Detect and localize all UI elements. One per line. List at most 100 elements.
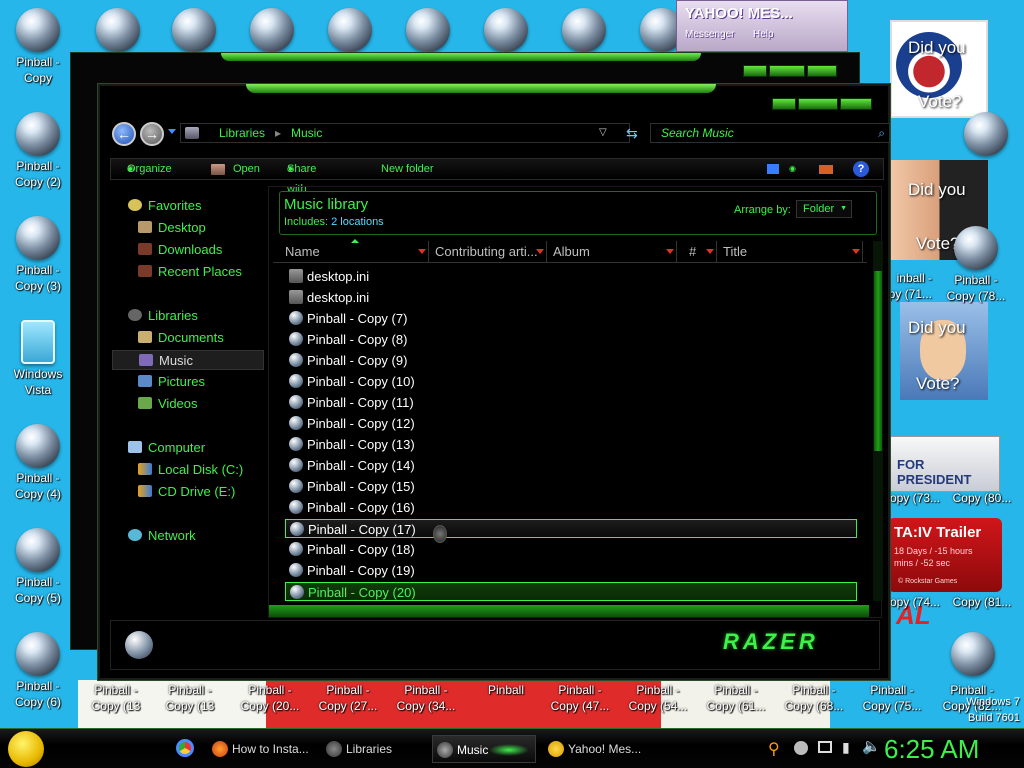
minimize-button[interactable]: [772, 98, 796, 110]
file-row[interactable]: Pinball - Copy (19): [285, 561, 857, 580]
taskbar-item-active[interactable]: Music: [432, 735, 536, 763]
desktop-icon-label[interactable]: Pinball - Copy (34...: [388, 682, 464, 714]
column-filter-icon[interactable]: [536, 249, 544, 254]
nav-desktop[interactable]: Desktop: [138, 218, 206, 238]
help-icon[interactable]: ?: [853, 161, 869, 177]
preview-pane-icon[interactable]: [819, 165, 833, 174]
desktop-icon[interactable]: Windows Vista: [0, 320, 76, 398]
pinball-icon[interactable]: [951, 632, 995, 676]
desktop-icon[interactable]: Pinball - Copy (2): [0, 112, 76, 190]
close-button[interactable]: [840, 98, 872, 110]
network-tray-icon[interactable]: ▮: [842, 739, 850, 756]
desktop-icon[interactable]: Pinball - Copy (78...: [938, 226, 1014, 304]
desktop-icon-label[interactable]: Pinball - Copy (27...: [310, 682, 386, 714]
search-input[interactable]: Search Music ⌕: [650, 123, 890, 143]
nav-documents[interactable]: Documents: [138, 328, 224, 348]
desktop-icon-label[interactable]: Copy (80...: [944, 490, 1020, 506]
column-title[interactable]: Title: [717, 241, 863, 263]
nav-computer[interactable]: Computer: [128, 438, 205, 458]
file-row[interactable]: Pinball - Copy (11): [285, 393, 857, 412]
recent-pages-dropdown-icon[interactable]: [168, 129, 176, 134]
new-folder-button[interactable]: New folder: [381, 159, 434, 179]
desktop-icon[interactable]: Pinball - Copy: [0, 8, 76, 86]
breadcrumb-music[interactable]: Music: [291, 124, 322, 142]
forward-arrow-icon[interactable]: →: [140, 122, 164, 146]
arrange-by-dropdown[interactable]: Folder ▼: [796, 200, 852, 218]
column-contributing-artists[interactable]: Contributing arti...: [429, 241, 547, 263]
open-button[interactable]: Open: [233, 159, 260, 179]
taskbar-item[interactable]: Libraries: [322, 735, 426, 763]
desktop-icon[interactable]: Pinball - Copy (4): [0, 424, 76, 502]
desktop-icon-label[interactable]: Pinball - Copy (61...: [698, 682, 774, 714]
file-row[interactable]: Pinball - Copy (14): [285, 456, 857, 475]
pinball-icon[interactable]: [96, 8, 140, 52]
column-filter-icon[interactable]: [666, 249, 674, 254]
search-tray-icon[interactable]: ⚲: [768, 739, 780, 759]
explorer-window[interactable]: ← → Libraries ▸ Music ▽ ⇆ Search Music ⌕…: [98, 84, 890, 680]
address-bar[interactable]: Libraries ▸ Music ▽: [180, 123, 630, 143]
file-row[interactable]: desktop.ini: [285, 267, 857, 286]
desktop-icon-label[interactable]: Pinball - Copy (13: [152, 682, 228, 714]
file-row-hover[interactable]: Pinball - Copy (17): [285, 519, 857, 538]
view-dropdown-icon[interactable]: ◉: [789, 159, 796, 179]
breadcrumb-separator-icon[interactable]: ▸: [275, 124, 281, 142]
nav-downloads[interactable]: Downloads: [138, 240, 222, 260]
nav-libraries[interactable]: Libraries: [128, 306, 198, 326]
search-icon[interactable]: ⌕: [878, 124, 885, 142]
nav-recent-places[interactable]: Recent Places: [138, 262, 242, 282]
nav-videos[interactable]: Videos: [138, 394, 198, 414]
maximize-button[interactable]: [769, 65, 805, 77]
file-row[interactable]: Pinball - Copy (12): [285, 414, 857, 433]
nav-network[interactable]: Network: [128, 526, 196, 546]
file-row[interactable]: Pinball - Copy (13): [285, 435, 857, 454]
back-arrow-icon[interactable]: ←: [112, 122, 136, 146]
desktop-icon-label[interactable]: Pinball - Copy (47...: [542, 682, 618, 714]
volume-icon[interactable]: 🔈: [862, 737, 881, 755]
nav-favorites[interactable]: Favorites: [128, 196, 201, 216]
desktop-icon-label[interactable]: Pinball: [468, 682, 544, 698]
file-row[interactable]: Pinball - Copy (18): [285, 540, 857, 559]
view-options-icon[interactable]: [767, 164, 779, 174]
desktop-icon-label[interactable]: Pinball - Copy (68...: [776, 682, 852, 714]
nav-pictures[interactable]: Pictures: [138, 372, 205, 392]
breadcrumb-libraries[interactable]: Libraries: [219, 124, 265, 142]
file-row-selected[interactable]: Pinball - Copy (20): [285, 582, 857, 601]
close-button[interactable]: [807, 65, 837, 77]
file-row[interactable]: Pinball - Copy (16): [285, 498, 857, 517]
maximize-button[interactable]: [798, 98, 838, 110]
column-album[interactable]: Album: [547, 241, 677, 263]
pinball-icon[interactable]: [406, 8, 450, 52]
file-row[interactable]: Pinball - Copy (9): [285, 351, 857, 370]
desktop-icon-label[interactable]: Pinball - Copy (75...: [854, 682, 930, 714]
column-filter-icon[interactable]: [418, 249, 426, 254]
desktop-icon[interactable]: Pinball - Copy (5): [0, 528, 76, 606]
scrollbar-thumb[interactable]: [874, 271, 882, 451]
desktop-icon[interactable]: [948, 112, 1024, 158]
pinball-icon[interactable]: [250, 8, 294, 52]
file-row[interactable]: Pinball - Copy (10): [285, 372, 857, 391]
file-row[interactable]: Pinball - Copy (7): [285, 309, 857, 328]
file-row[interactable]: Pinball - Copy (15): [285, 477, 857, 496]
desktop-icon-label[interactable]: Pinball - Copy (54...: [620, 682, 696, 714]
file-row[interactable]: Pinball - Copy (8): [285, 330, 857, 349]
minimize-button[interactable]: [743, 65, 767, 77]
column-filter-icon[interactable]: [706, 249, 714, 254]
nav-cd-drive[interactable]: CD Drive (E:): [138, 482, 235, 502]
file-row[interactable]: desktop.ini: [285, 288, 857, 307]
desktop-icon-label[interactable]: Pinball - Copy (20...: [232, 682, 308, 714]
taskbar-item[interactable]: How to Insta...: [208, 735, 316, 763]
horizontal-scrollbar[interactable]: [269, 605, 869, 617]
nav-music[interactable]: Music: [112, 350, 264, 370]
desktop-icon-label[interactable]: Copy (81...: [944, 594, 1020, 610]
column-track-number[interactable]: #: [677, 241, 717, 263]
yahoo-menu-help[interactable]: Help: [753, 29, 774, 40]
pinball-icon[interactable]: [484, 8, 528, 52]
address-dropdown-icon[interactable]: ▽: [599, 124, 607, 142]
pinball-icon[interactable]: [328, 8, 372, 52]
locations-link[interactable]: 2 locations: [331, 216, 384, 228]
tray-icon[interactable]: [794, 741, 808, 755]
yahoo-menu-messenger[interactable]: Messenger: [685, 29, 734, 40]
pinball-icon[interactable]: [562, 8, 606, 52]
refresh-icon[interactable]: ⇆: [626, 125, 638, 142]
desktop-icon-label[interactable]: Pinball - Copy (13: [78, 682, 154, 714]
